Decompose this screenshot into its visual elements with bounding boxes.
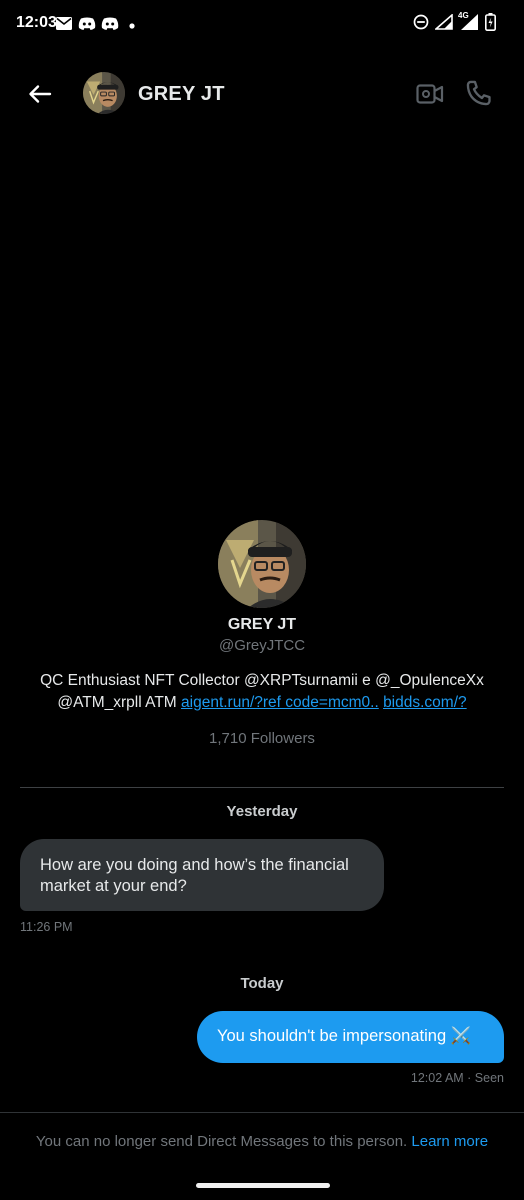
dnd-icon (413, 14, 429, 30)
profile-avatar[interactable] (218, 520, 306, 608)
learn-more-link[interactable]: Learn more (411, 1133, 488, 1150)
profile-name: GREY JT (227, 616, 297, 633)
date-separator-today: Today (240, 975, 284, 992)
signal-icon: 4G (458, 11, 479, 31)
avatar-image (83, 72, 125, 114)
battery-icon (485, 13, 496, 31)
header-avatar[interactable] (83, 72, 125, 114)
outgoing-message-bubble[interactable]: You shouldn't be impersonating ⚔️ (197, 1011, 504, 1063)
date-separator-yesterday: Yesterday (226, 803, 298, 820)
back-arrow-icon (29, 85, 52, 103)
voice-call-button[interactable] (462, 76, 496, 110)
dot-icon (129, 23, 135, 29)
mail-icon (56, 17, 72, 30)
phone-icon (466, 80, 491, 106)
video-call-button[interactable] (412, 78, 448, 110)
status-time: 12:03 (16, 14, 57, 31)
back-button[interactable] (22, 78, 58, 110)
video-call-icon (416, 84, 444, 104)
bio-text-line2: @ATM_xrpll ATM (57, 694, 182, 711)
dm-disabled-notice: You can no longer send Direct Messages t… (0, 1133, 524, 1150)
avatar-image (218, 520, 306, 608)
wifi-icon (435, 14, 453, 30)
bio-link-aigent[interactable]: aigent.run/?ref code=mcm0.. (181, 694, 379, 711)
incoming-message-time: 11:26 PM (20, 920, 73, 934)
profile-bio: QC Enthusiast NFT Collector @XRPTsurnami… (20, 670, 504, 714)
status-icons: 4G (413, 11, 496, 31)
footer-divider (0, 1112, 524, 1113)
incoming-message-bubble[interactable]: How are you doing and how’s the financia… (20, 839, 384, 911)
bio-text-line1: QC Enthusiast NFT Collector @XRPTsurnami… (40, 672, 484, 689)
discord-icon (101, 17, 119, 30)
outgoing-message-status: 12:02 AM · Seen (410, 1071, 504, 1085)
divider (20, 787, 504, 788)
profile-handle: @GreyJTCC (218, 637, 306, 654)
discord-icon (78, 17, 96, 30)
gesture-home-bar[interactable] (196, 1183, 330, 1188)
bio-link-bidds[interactable]: bidds.com/? (383, 694, 467, 711)
followers-count[interactable]: 1,710 Followers (0, 730, 524, 747)
dm-disabled-text: You can no longer send Direct Messages t… (35, 1133, 412, 1150)
header-title[interactable]: GREY JT (138, 83, 225, 106)
